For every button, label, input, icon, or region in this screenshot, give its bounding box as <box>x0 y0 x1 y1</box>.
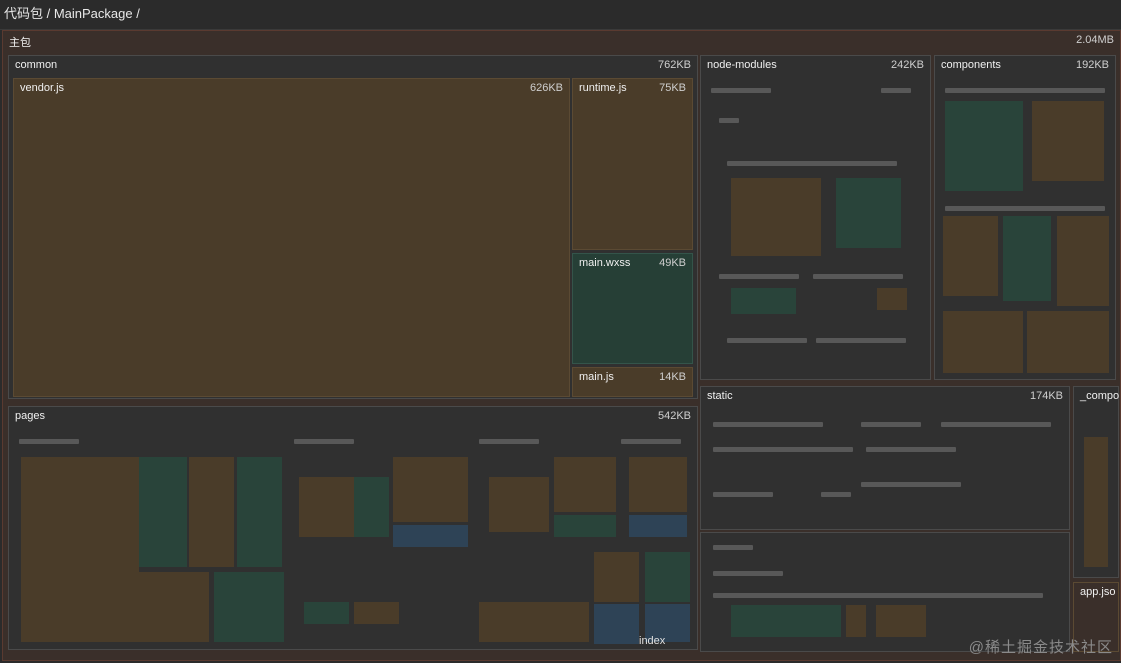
blurred-tile <box>945 101 1023 191</box>
blurred-tile <box>554 457 616 512</box>
treemap-node-runtime-js[interactable]: runtime.js 75KB <box>572 78 693 250</box>
blurred-tile <box>393 525 468 547</box>
root-size: 2.04MB <box>1076 34 1114 46</box>
group-size: 242KB <box>890 59 924 71</box>
blurred-tile <box>1027 311 1109 373</box>
root-label: 主包 <box>9 37 31 49</box>
blurred-tile <box>139 572 209 642</box>
blurred-tile <box>214 572 284 642</box>
blurred-tile <box>629 515 687 537</box>
blurred-text <box>713 447 853 452</box>
blurred-tile <box>836 178 901 248</box>
blurred-tile <box>943 311 1023 373</box>
blurred-tile <box>299 477 354 537</box>
treemap-node-main-wxss[interactable]: main.wxss 49KB <box>572 253 693 364</box>
group-label: static <box>707 390 733 402</box>
blurred-tile <box>354 477 389 537</box>
blurred-text <box>816 338 906 343</box>
blurred-tile <box>1032 101 1104 181</box>
blurred-text <box>821 492 851 497</box>
blurred-text <box>294 439 354 444</box>
blurred-tile <box>943 216 998 296</box>
blurred-tile <box>1057 216 1109 306</box>
treemap-group-misc[interactable] <box>700 532 1070 652</box>
treemap-group-components[interactable]: components 192KB <box>934 55 1116 380</box>
blurred-tile <box>479 602 589 642</box>
blurred-tile <box>731 288 796 314</box>
blurred-tile <box>876 605 926 637</box>
group-label: _compo <box>1080 390 1120 402</box>
watermark: @稀土掘金技术社区 <box>968 639 1113 656</box>
blurred-tile <box>1003 216 1051 301</box>
blurred-tile <box>877 288 907 310</box>
blurred-text <box>711 88 771 93</box>
blurred-text <box>713 571 783 576</box>
blurred-text <box>713 492 773 497</box>
node-label: main.wxss <box>579 257 631 269</box>
group-size: 174KB <box>1029 390 1063 402</box>
treemap-group-node-modules[interactable]: node-modules 242KB <box>700 55 931 380</box>
blurred-tile <box>139 457 187 567</box>
blurred-text <box>866 447 956 452</box>
group-size: 192KB <box>1075 59 1109 71</box>
blurred-tile <box>304 602 349 624</box>
blurred-text <box>941 422 1051 427</box>
blurred-text <box>861 422 921 427</box>
group-label: pages <box>15 410 45 422</box>
node-label: vendor.js <box>20 82 65 94</box>
group-size: 542KB <box>657 410 691 422</box>
group-label: node-modules <box>707 59 777 71</box>
blurred-tile <box>189 457 234 567</box>
treemap-group-pages[interactable]: pages 542KB index <box>8 406 698 650</box>
blurred-text <box>813 274 903 279</box>
blurred-tile <box>629 457 687 512</box>
blurred-text <box>19 439 79 444</box>
blurred-text <box>719 274 799 279</box>
node-label: app.jso <box>1080 586 1116 598</box>
node-size: 626KB <box>529 82 563 94</box>
blurred-tile <box>489 477 549 532</box>
blurred-tile <box>731 605 841 637</box>
group-label: common <box>15 59 58 71</box>
blurred-tile <box>731 178 821 256</box>
blurred-tile <box>1084 437 1108 567</box>
blurred-text <box>713 422 823 427</box>
blurred-tile <box>237 457 282 567</box>
blurred-text <box>945 88 1105 93</box>
blurred-text <box>861 482 961 487</box>
blurred-tile <box>393 457 468 522</box>
node-size: 14KB <box>659 371 686 383</box>
node-size: 49KB <box>659 257 686 269</box>
blurred-text <box>727 161 897 166</box>
blurred-tile <box>645 552 690 602</box>
node-label: runtime.js <box>579 82 627 94</box>
blurred-tile <box>594 604 639 644</box>
blurred-text <box>881 88 911 93</box>
blurred-text <box>479 439 539 444</box>
blurred-text <box>719 118 739 123</box>
blurred-text <box>945 206 1105 211</box>
treemap-group-compo[interactable]: _compo <box>1073 386 1119 578</box>
node-label: main.js <box>579 371 614 383</box>
blurred-tile <box>554 515 616 537</box>
blurred-tile <box>21 457 139 642</box>
treemap-node-main-js[interactable]: main.js 14KB <box>572 367 693 397</box>
blurred-tile <box>354 602 399 624</box>
blurred-tile <box>846 605 866 637</box>
node-label-index: index <box>639 635 666 647</box>
blurred-text <box>727 338 807 343</box>
blurred-text <box>621 439 681 444</box>
blurred-tile <box>594 552 639 602</box>
blurred-text <box>713 593 1043 598</box>
group-size: 762KB <box>657 59 691 71</box>
breadcrumb[interactable]: 代码包 / MainPackage / <box>0 0 1121 30</box>
treemap-group-static[interactable]: static 174KB <box>700 386 1070 530</box>
group-label: components <box>941 59 1001 71</box>
node-size: 75KB <box>659 82 686 94</box>
blurred-text <box>713 545 753 550</box>
treemap-node-vendor-js[interactable]: vendor.js 626KB <box>13 78 570 397</box>
